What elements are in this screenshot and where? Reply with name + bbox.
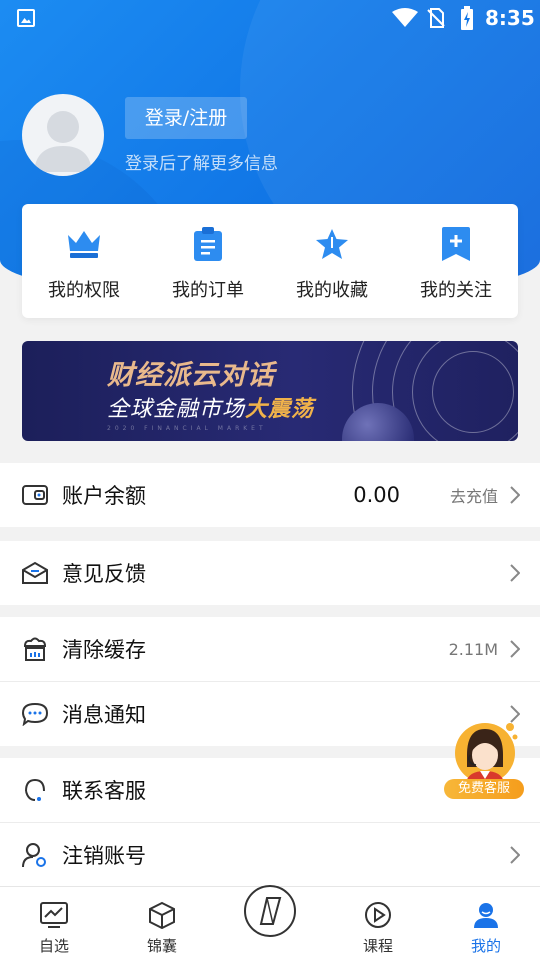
delete-account-label: 注销账号 [62, 844, 146, 868]
clear-cache-broom-icon [23, 637, 47, 661]
delete-account-row[interactable]: 注销账号 [0, 822, 540, 887]
tab-label: 我的 [470, 937, 501, 955]
user-remove-icon [22, 843, 46, 868]
balance-label: 账户余额 [62, 484, 146, 508]
quick-actions-card: 我的权限 我的订单 我的收藏 我的关注 [22, 204, 518, 318]
chevron-right-icon [510, 640, 520, 658]
login-hint: 登录后了解更多信息 [125, 154, 278, 174]
banner-subtitle-highlight: 大震荡 [245, 397, 315, 422]
feedback-envelope-icon [22, 561, 48, 584]
chart-line-icon [40, 902, 68, 928]
tab-mine[interactable]: 我的 [432, 887, 540, 961]
wifi-icon [392, 8, 418, 27]
tab-courses[interactable]: 课程 [324, 887, 432, 961]
chevron-right-icon [510, 846, 520, 864]
tab-label: 锦囊 [146, 937, 177, 955]
no-sim-icon [427, 8, 445, 28]
banner-small-text: 2020 FINANCIAL MARKET [107, 425, 267, 432]
status-bar: 8:35 [0, 0, 540, 36]
login-register-button[interactable]: 登录/注册 [125, 97, 247, 139]
tab-watchlist[interactable]: 自选 [0, 887, 108, 961]
quick-action-label: 我的权限 [48, 280, 120, 301]
banner-subtitle-text: 全球金融市场 [107, 397, 246, 422]
battery-charging-icon [461, 6, 473, 30]
banner-subtitle: 全球金融市场大震荡 [107, 391, 314, 423]
banner-title: 财经派云对话 [107, 360, 275, 391]
headset-icon [25, 778, 45, 801]
clear-cache-row[interactable]: 清除缓存 2.11M [0, 617, 540, 681]
crown-icon [68, 231, 100, 258]
customer-service-label: 联系客服 [62, 779, 146, 803]
bookmark-plus-icon [442, 227, 470, 261]
tab-discover[interactable] [216, 885, 324, 961]
quick-action-label: 我的收藏 [296, 280, 368, 301]
floating-service-label: 免费客服 [444, 779, 524, 799]
compass-icon [244, 885, 296, 937]
avatar[interactable] [22, 94, 104, 176]
quick-action-label: 我的订单 [172, 280, 244, 301]
status-time: 8:35 [485, 6, 535, 30]
clipboard-icon [194, 227, 222, 261]
default-avatar-icon [34, 111, 92, 172]
message-bubble-icon [22, 702, 48, 726]
wallet-icon [22, 485, 48, 505]
chevron-right-icon [510, 486, 520, 504]
bottom-tab-bar: 自选 锦囊 课程 我的 [0, 885, 540, 961]
quick-action-permissions[interactable]: 我的权限 [22, 204, 146, 318]
recharge-link[interactable]: 去充值 [450, 483, 498, 507]
play-circle-icon [365, 902, 391, 928]
feedback-label: 意见反馈 [62, 562, 146, 586]
tab-label: 课程 [362, 937, 393, 955]
gallery-notification-icon [17, 9, 35, 27]
balance-value: 0.00 [353, 483, 400, 507]
clear-cache-label: 清除缓存 [62, 638, 146, 662]
balance-section: 账户余额 0.00 去充值 [0, 463, 540, 527]
floating-customer-service-button[interactable]: 免费客服 [442, 715, 528, 801]
cube-icon [149, 901, 175, 929]
cache-size: 2.11M [448, 639, 498, 659]
quick-action-label: 我的关注 [420, 280, 492, 301]
user-icon [474, 903, 498, 928]
service-agent-avatar-icon [455, 723, 518, 783]
feedback-row[interactable]: 意见反馈 [0, 541, 540, 605]
promo-banner[interactable]: 财经派云对话 全球金融市场大震荡 2020 FINANCIAL MARKET [22, 341, 518, 441]
tab-tips[interactable]: 锦囊 [108, 887, 216, 961]
quick-action-favorites[interactable]: 我的收藏 [270, 204, 394, 318]
feedback-section: 意见反馈 [0, 541, 540, 605]
tab-label: 自选 [38, 937, 69, 955]
balance-row[interactable]: 账户余额 0.00 去充值 [0, 463, 540, 527]
quick-action-orders[interactable]: 我的订单 [146, 204, 270, 318]
star-icon [316, 229, 348, 259]
chevron-right-icon [510, 564, 520, 582]
quick-action-follows[interactable]: 我的关注 [394, 204, 518, 318]
notifications-label: 消息通知 [62, 703, 146, 727]
